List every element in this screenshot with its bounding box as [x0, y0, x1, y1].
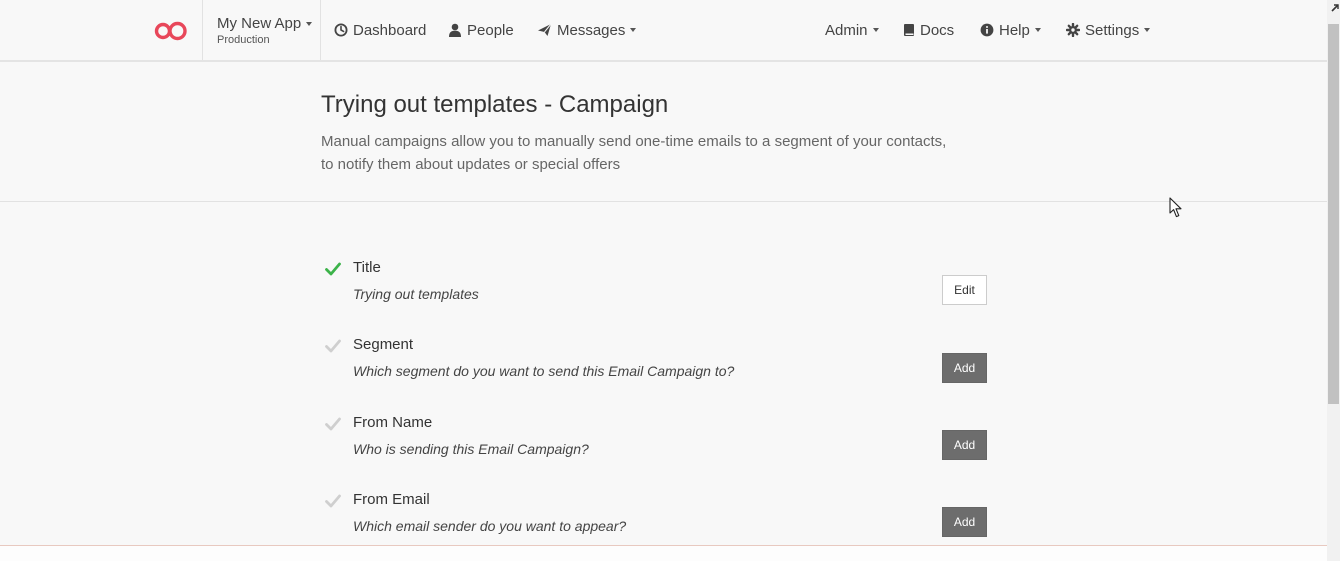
nav-settings-label: Settings — [1085, 21, 1140, 39]
app-switcher[interactable]: My New App Production — [202, 0, 321, 60]
info-icon — [980, 23, 994, 37]
nav-admin-label: Admin — [825, 21, 868, 39]
step-prompt: Which segment do you want to send this E… — [353, 363, 735, 379]
page: My New App Production Dashboard People M… — [0, 0, 1340, 561]
nav-docs-label: Docs — [920, 21, 955, 39]
add-from-email-button[interactable]: Add — [942, 507, 987, 537]
scrollbar-thumb[interactable] — [1328, 24, 1339, 404]
nav-dashboard-label: Dashboard — [353, 21, 427, 39]
caret-down-icon — [1034, 28, 1041, 32]
page-title: Trying out templates - Campaign — [321, 91, 669, 118]
page-description: Manual campaigns allow you to manually s… — [321, 130, 981, 176]
scroll-up-icon[interactable] — [1331, 4, 1339, 12]
step-title: Title Trying out templates Edit — [321, 259, 991, 319]
step-prompt: Who is sending this Email Campaign? — [353, 441, 589, 457]
person-icon — [449, 23, 461, 37]
caret-down-icon — [872, 28, 879, 32]
nav-admin[interactable]: Admin — [825, 20, 879, 40]
check-complete-icon — [325, 262, 341, 276]
step-label: Segment — [353, 336, 414, 353]
step-label: From Name — [353, 414, 433, 431]
nav-settings[interactable]: Settings — [1066, 20, 1151, 40]
footer-bar — [0, 546, 1327, 561]
nav-docs[interactable]: Docs — [903, 20, 954, 40]
step-prompt: Which email sender do you want to appear… — [353, 518, 627, 534]
mouse-pointer-icon — [1169, 197, 1182, 218]
step-segment: Segment Which segment do you want to sen… — [321, 336, 991, 396]
edit-title-button[interactable]: Edit — [942, 275, 987, 305]
app-name: My New App — [217, 15, 302, 32]
check-incomplete-icon — [325, 339, 341, 353]
nav-messages[interactable]: Messages — [537, 20, 637, 40]
step-from-email: From Email Which email sender do you wan… — [321, 491, 991, 551]
paper-plane-icon — [538, 23, 552, 36]
step-label: From Email — [353, 491, 430, 508]
step-label: Title — [353, 259, 381, 276]
nav-people[interactable]: People — [448, 20, 514, 40]
book-icon — [904, 24, 914, 36]
app-environment: Production — [217, 34, 270, 46]
logo-icon[interactable] — [152, 18, 190, 44]
nav-messages-label: Messages — [557, 21, 626, 39]
add-from-name-button[interactable]: Add — [942, 430, 987, 460]
gear-icon — [1066, 23, 1080, 37]
nav-people-label: People — [467, 21, 514, 39]
check-incomplete-icon — [325, 494, 341, 508]
add-segment-button[interactable]: Add — [942, 353, 987, 383]
page-header: Trying out templates - Campaign Manual c… — [0, 64, 1327, 202]
dashboard-icon — [334, 23, 348, 37]
caret-down-icon — [1144, 28, 1151, 32]
check-incomplete-icon — [325, 417, 341, 431]
top-navbar: My New App Production Dashboard People M… — [0, 0, 1327, 62]
caret-down-icon — [630, 28, 637, 32]
step-value: Trying out templates — [353, 286, 479, 302]
page-description-line: to notify them about updates or special … — [321, 156, 621, 173]
nav-dashboard[interactable]: Dashboard — [334, 20, 426, 40]
nav-help[interactable]: Help — [980, 20, 1041, 40]
nav-help-label: Help — [999, 21, 1030, 39]
caret-down-icon — [306, 22, 313, 27]
page-description-line: Manual campaigns allow you to manually s… — [321, 133, 947, 150]
step-from-name: From Name Who is sending this Email Camp… — [321, 414, 991, 474]
